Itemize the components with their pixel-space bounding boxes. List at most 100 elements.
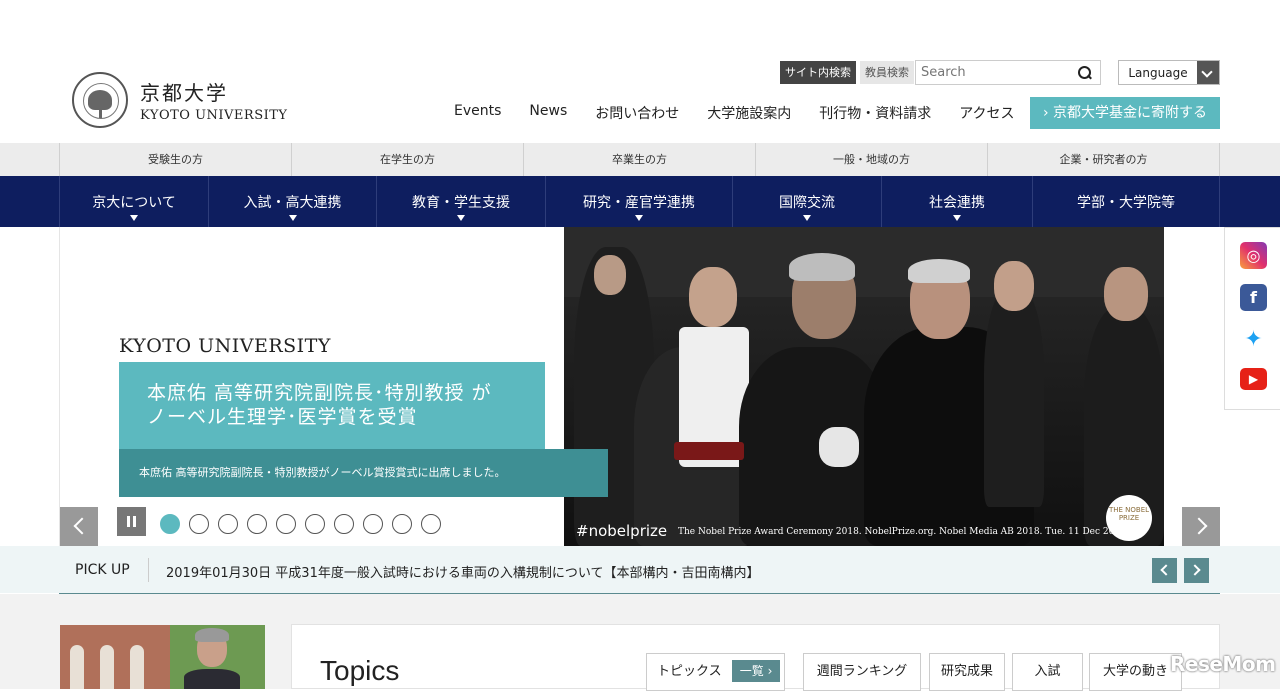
audience-alumni[interactable]: 卒業生の方 [523, 143, 755, 176]
main-nav: 京大について 入試・高大連携 教育・学生支援 研究・産官学連携 国際交流 社会連… [0, 176, 1280, 227]
caret-down-icon [635, 215, 643, 221]
main-nav-label: 学部・大学院等 [1077, 195, 1175, 211]
nav-contact[interactable]: お問い合わせ [595, 103, 679, 123]
topics-list-label: 一覧 [739, 664, 764, 678]
carousel-dot[interactable] [363, 514, 383, 534]
topics-title: Topics [320, 655, 400, 686]
pickup-prev-button[interactable] [1152, 558, 1177, 583]
main-nav-social[interactable]: 社会連携 [881, 176, 1032, 227]
main-nav-admissions[interactable]: 入試・高大連携 [208, 176, 376, 227]
carousel-indicators [160, 514, 450, 534]
carousel-dot[interactable] [334, 514, 354, 534]
instagram-icon[interactable]: ◎ [1240, 242, 1267, 269]
hero-title-line1: 本庶佑 高等研究院副院長･特別教授 が [147, 382, 492, 404]
tab-topics-label: トピックス [657, 664, 722, 679]
audience-prospective[interactable]: 受験生の方 [59, 143, 291, 176]
chevron-left-icon [1160, 564, 1172, 576]
search-scope-staff-button[interactable]: 教員検索 [860, 61, 914, 84]
topics-list-button[interactable]: 一覧 › [731, 660, 781, 682]
audience-nav: 受験生の方 在学生の方 卒業生の方 一般・地域の方 企業・研究者の方 [0, 143, 1280, 176]
main-nav-label: 京大について [92, 195, 176, 211]
nav-events[interactable]: Events [454, 103, 501, 123]
pickup-label: PICK UP [75, 562, 130, 578]
donate-fund-button[interactable]: › 京都大学基金に寄附する [1030, 97, 1220, 129]
main-nav-international[interactable]: 国際交流 [732, 176, 881, 227]
hero-photo-caption: The Nobel Prize Award Ceremony 2018. Nob… [678, 527, 1129, 537]
caret-down-icon [288, 215, 297, 221]
logo-text-ja: 京都大学 [140, 81, 228, 105]
pickup-next-button[interactable] [1184, 558, 1209, 583]
search-box [915, 60, 1101, 85]
language-select[interactable]: Language [1118, 60, 1220, 85]
nobel-prize-seal-icon: THE NOBEL PRIZE [1106, 495, 1152, 541]
utility-nav: Events News お問い合わせ 大学施設案内 刊行物・資料請求 アクセス [440, 103, 1029, 123]
audience-public[interactable]: 一般・地域の方 [755, 143, 987, 176]
main-nav-faculties[interactable]: 学部・大学院等 [1032, 176, 1220, 227]
main-nav-label: 教育・学生支援 [412, 195, 510, 211]
chevron-down-icon [1197, 61, 1219, 84]
topics-panel: Topics トピックス 一覧 › 週間ランキング 研究成果 入試 大学の動き [291, 624, 1220, 691]
caret-down-icon [457, 215, 465, 221]
facebook-icon[interactable]: f [1240, 284, 1267, 311]
carousel-prev-button[interactable] [60, 507, 98, 546]
pickup-bar: PICK UP 2019年01月30日 平成31年度一般入試時における車両の入構… [0, 546, 1280, 593]
search-scope-site-button[interactable]: サイト内検索 [780, 61, 856, 84]
caret-down-icon [130, 215, 138, 221]
carousel-dot[interactable] [160, 514, 180, 534]
pickup-link[interactable]: 2019年01月30日 平成31年度一般入試時における車両の入構規制について【本… [166, 562, 759, 581]
carousel-dot[interactable] [189, 514, 209, 534]
carousel-dot[interactable] [247, 514, 267, 534]
hero-photo-tag: #nobelprize [576, 522, 668, 540]
chevron-right-icon [1190, 517, 1208, 535]
tab-university-news[interactable]: 大学の動き [1089, 653, 1182, 691]
tab-admissions[interactable]: 入試 [1012, 653, 1083, 691]
language-label: Language [1128, 65, 1188, 80]
tab-research-results[interactable]: 研究成果 [929, 653, 1005, 691]
carousel-dot[interactable] [276, 514, 296, 534]
search-input[interactable] [916, 61, 1074, 84]
caret-down-icon [803, 215, 811, 221]
twitter-icon[interactable]: ✦ [1240, 326, 1267, 353]
hero-title[interactable]: 本庶佑 高等研究院副院長･特別教授 が ノーベル生理学･医学賞を受賞 [119, 362, 545, 450]
hero-subtitle[interactable]: 本庶佑 高等研究院副院長・特別教授がノーベル賞授賞式に出席しました。 [119, 449, 608, 497]
hero-title-line2: ノーベル生理学･医学賞を受賞 [147, 406, 418, 428]
youtube-icon[interactable]: ▶ [1240, 368, 1267, 390]
site-logo[interactable]: 京都大学 KYOTO UNIVERSITY [72, 71, 292, 129]
main-nav-research[interactable]: 研究・産官学連携 [545, 176, 732, 227]
tab-weekly-ranking[interactable]: 週間ランキング [803, 653, 921, 691]
caret-down-icon [953, 215, 961, 221]
nav-news[interactable]: News [529, 103, 567, 123]
chevron-left-icon [73, 517, 91, 535]
carousel-dot[interactable] [392, 514, 412, 534]
donate-fund-label: 京都大学基金に寄附する [1053, 105, 1208, 121]
carousel-dot[interactable] [421, 514, 441, 534]
hero-brand: KYOTO UNIVERSITY [119, 335, 331, 357]
main-nav-education[interactable]: 教育・学生支援 [376, 176, 545, 227]
nav-facilities[interactable]: 大学施設案内 [707, 103, 791, 123]
main-nav-label: 研究・産官学連携 [583, 195, 695, 211]
pickup-divider [148, 558, 149, 582]
search-icon[interactable] [1078, 65, 1092, 80]
main-nav-label: 社会連携 [929, 195, 985, 211]
university-seal-icon [72, 72, 128, 128]
topic-photo[interactable] [60, 625, 265, 689]
tab-topics[interactable]: トピックス 一覧 › [646, 653, 785, 691]
topics-section: Topics トピックス 一覧 › 週間ランキング 研究成果 入試 大学の動き [0, 594, 1280, 691]
chevron-right-icon: › [1042, 105, 1049, 121]
nav-access[interactable]: アクセス [959, 103, 1014, 123]
main-nav-label: 入試・高大連携 [243, 195, 342, 211]
watermark-logo: ReseMom [1170, 652, 1276, 676]
carousel-dot[interactable] [218, 514, 238, 534]
social-links: ◎ f ✦ ▶ [1224, 227, 1280, 410]
audience-students[interactable]: 在学生の方 [291, 143, 523, 176]
carousel-dot[interactable] [305, 514, 325, 534]
main-nav-about[interactable]: 京大について [59, 176, 208, 227]
carousel-pause-button[interactable] [117, 507, 146, 536]
audience-business[interactable]: 企業・研究者の方 [987, 143, 1220, 176]
chevron-right-icon [1189, 564, 1201, 576]
hero-photo[interactable]: #nobelprize The Nobel Prize Award Ceremo… [564, 227, 1164, 546]
carousel-next-button[interactable] [1182, 507, 1220, 546]
logo-text-en: KYOTO UNIVERSITY [140, 108, 288, 123]
nav-publications[interactable]: 刊行物・資料請求 [819, 103, 931, 123]
hero-carousel: KYOTO UNIVERSITY 本庶佑 高等研究院副院長･特別教授 が ノーベ… [59, 227, 1220, 546]
